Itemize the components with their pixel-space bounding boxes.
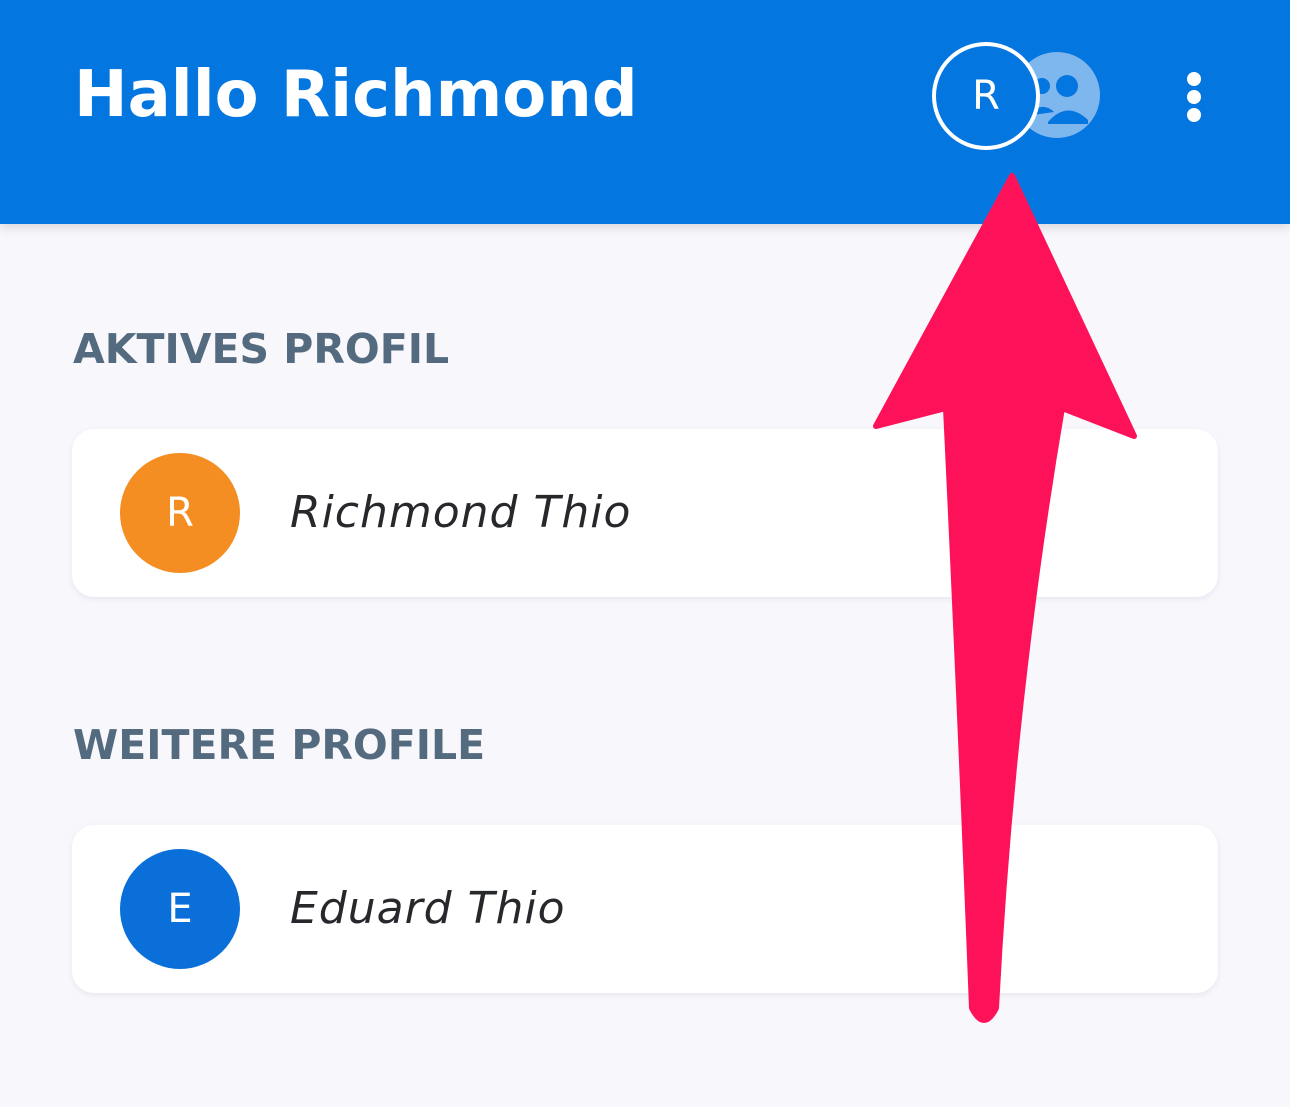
menu-dot — [1187, 72, 1201, 86]
section-label-active: AKTIVES PROFIL — [73, 325, 450, 373]
section-label-others: WEITERE PROFILE — [73, 721, 486, 769]
active-profile-card[interactable]: R Richmond Thio — [72, 429, 1218, 597]
page-title: Hallo Richmond — [74, 58, 638, 132]
app-bar: Hallo Richmond R — [0, 0, 1290, 224]
profile-screen: Hallo Richmond R AKTIVES PROFIL R Richmo… — [0, 0, 1290, 1107]
profile-name: Eduard Thio — [290, 883, 566, 934]
active-profile-avatar-button[interactable]: R — [932, 42, 1040, 150]
more-vert-icon[interactable] — [1166, 62, 1222, 132]
avatar: R — [120, 453, 240, 573]
menu-dot — [1187, 108, 1201, 122]
avatar: E — [120, 849, 240, 969]
other-profile-card[interactable]: E Eduard Thio — [72, 825, 1218, 993]
profile-name: Richmond Thio — [290, 487, 632, 538]
menu-dot — [1187, 90, 1201, 104]
